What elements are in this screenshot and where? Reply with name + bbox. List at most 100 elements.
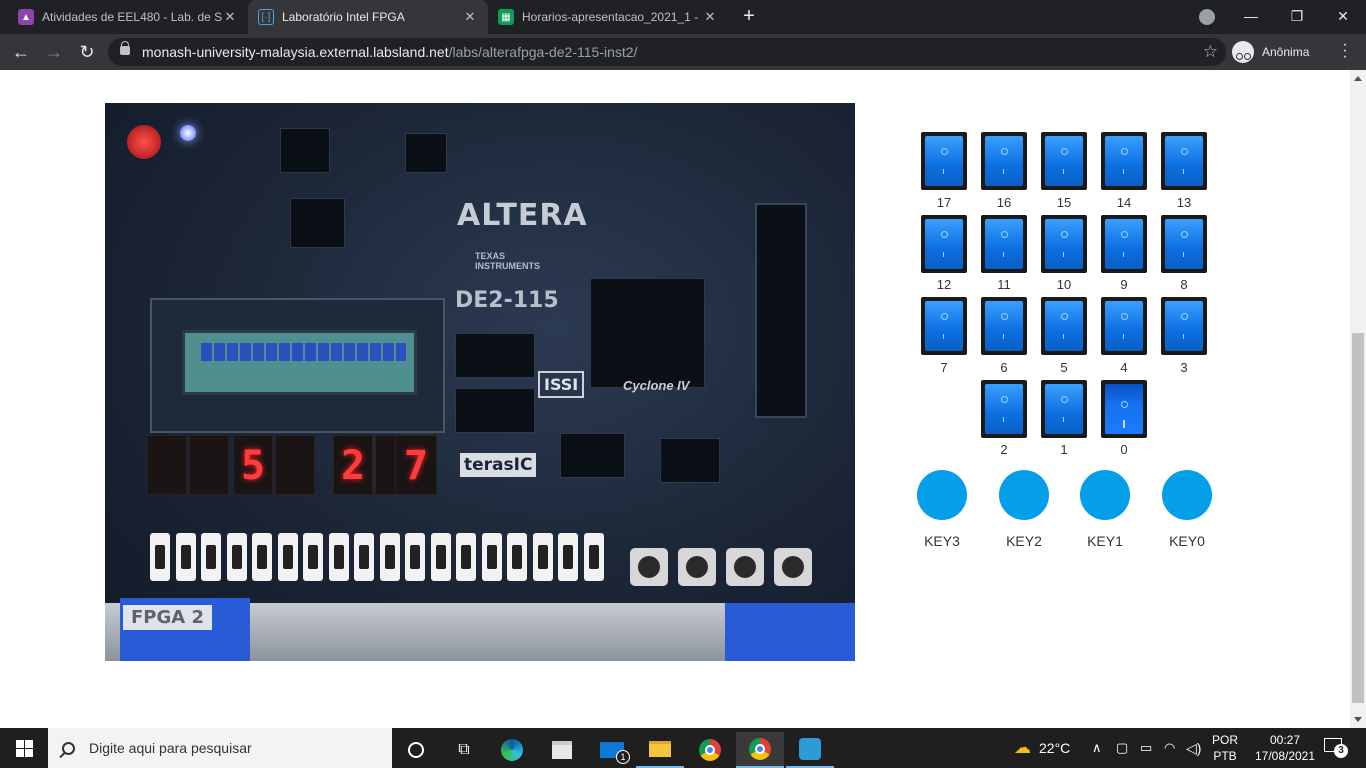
volume-icon[interactable]: ◁)	[1186, 728, 1201, 768]
url-text[interactable]: monash-university-malaysia.external.labs…	[142, 44, 637, 60]
notification-count: 3	[1334, 744, 1348, 758]
new-tab-button[interactable]: +	[737, 4, 761, 28]
chrome-active-icon[interactable]	[736, 732, 784, 768]
lcd-module	[150, 298, 445, 433]
key0-button[interactable]	[1162, 470, 1212, 520]
switch-sw9[interactable]	[1101, 215, 1147, 273]
restore-icon[interactable]: ❐	[1274, 0, 1320, 34]
tray-overflow-icon[interactable]: ∧	[1092, 728, 1102, 768]
close-tab-icon[interactable]: ✕	[702, 9, 718, 25]
board-chip	[660, 438, 720, 483]
key2-button[interactable]	[999, 470, 1049, 520]
switch-sw7[interactable]	[921, 297, 967, 355]
lock-icon[interactable]	[120, 41, 130, 55]
board-slide-switch	[430, 533, 451, 581]
board-slide-switch	[354, 533, 374, 581]
switch-sw10[interactable]	[1041, 215, 1087, 273]
board-slide-switch	[277, 533, 298, 581]
switch-sw4[interactable]	[1101, 297, 1147, 355]
switch-sw3[interactable]	[1161, 297, 1207, 355]
switch-sw13[interactable]	[1161, 132, 1207, 190]
switch-label: 17	[936, 195, 952, 210]
tab-laboratorio[interactable]: [·] Laboratório Intel FPGA ✕	[248, 0, 488, 34]
mail-icon[interactable]: 1	[588, 732, 636, 768]
battery-icon[interactable]: ▭	[1140, 728, 1152, 768]
board-slide-switch	[379, 533, 400, 581]
cortana-icon[interactable]	[392, 732, 440, 768]
file-explorer-icon[interactable]	[636, 732, 684, 768]
switch-sw15[interactable]	[1041, 132, 1087, 190]
profile-label: Anônima	[1262, 45, 1310, 59]
page-scrollbar[interactable]	[1350, 70, 1366, 728]
forward-icon[interactable]: →	[42, 40, 66, 64]
windows-logo-icon	[25, 749, 33, 757]
wifi-icon[interactable]: ◠	[1164, 728, 1175, 768]
notifications-icon[interactable]: 3	[1324, 736, 1348, 758]
board-pushbutton	[774, 548, 812, 586]
tab-search-icon[interactable]	[1199, 9, 1215, 25]
tab-title: Laboratório Intel FPGA	[282, 10, 405, 24]
key3-button[interactable]	[917, 470, 967, 520]
hex6-digit	[189, 435, 229, 495]
url-path: /labs/alterafpga-de2-115-inst2/	[448, 44, 638, 60]
board-slide-switch	[405, 533, 425, 581]
back-icon[interactable]: ←	[9, 40, 33, 64]
lang-line2: PTB	[1213, 749, 1237, 763]
tab-title: Atividades de EEL480 - Lab. de Si	[42, 10, 222, 24]
lang-line1: POR	[1211, 733, 1238, 747]
close-window-icon[interactable]: ✕	[1320, 0, 1366, 34]
scroll-down-icon[interactable]	[1354, 717, 1362, 722]
board-pushbutton	[630, 548, 668, 586]
switch-sw2[interactable]	[981, 380, 1027, 438]
reload-icon[interactable]: ↻	[75, 40, 99, 64]
key1-button[interactable]	[1080, 470, 1130, 520]
task-view-icon[interactable]: ⧉	[440, 732, 488, 768]
weather-widget[interactable]: ☁ 22°C	[1014, 728, 1070, 768]
clock[interactable]: 00:27 17/08/2021	[1248, 732, 1322, 764]
classroom-icon: ▲	[18, 9, 34, 25]
switch-label: 8	[1180, 277, 1188, 292]
switch-face	[1165, 219, 1203, 269]
switch-sw14[interactable]	[1101, 132, 1147, 190]
browser-menu-icon[interactable]: · · ·	[1340, 37, 1350, 65]
mail-badge: 1	[616, 750, 630, 764]
address-bar[interactable]: monash-university-malaysia.external.labs…	[108, 38, 1226, 66]
weather-cloud-icon: ☁	[1014, 738, 1031, 757]
minimize-icon[interactable]: —	[1228, 0, 1274, 34]
close-tab-icon[interactable]: ✕	[222, 9, 238, 25]
switch-sw1[interactable]	[1041, 380, 1087, 438]
board-slide-switch	[328, 533, 349, 581]
switch-sw5[interactable]	[1041, 297, 1087, 355]
switch-label: 2	[1000, 442, 1008, 457]
scroll-up-icon[interactable]	[1354, 76, 1362, 81]
incognito-profile-button[interactable]: Anônima	[1232, 37, 1309, 67]
fpga-board-label: FPGA 2	[123, 605, 212, 630]
language-indicator[interactable]: POR PTB	[1210, 732, 1240, 764]
switch-sw0[interactable]	[1101, 380, 1147, 438]
chrome-icon[interactable]	[686, 732, 734, 768]
edge-icon[interactable]	[488, 732, 536, 768]
close-tab-icon[interactable]: ✕	[462, 9, 478, 25]
switch-face	[985, 384, 1023, 434]
switch-sw12[interactable]	[921, 215, 967, 273]
tab-atividades[interactable]: ▲ Atividades de EEL480 - Lab. de Si ✕	[8, 0, 248, 34]
switch-label: 0	[1120, 442, 1128, 457]
switch-label: 10	[1056, 277, 1072, 292]
switch-sw16[interactable]	[981, 132, 1027, 190]
app-icon[interactable]	[786, 732, 834, 768]
switch-sw8[interactable]	[1161, 215, 1207, 273]
store-icon[interactable]	[538, 732, 586, 768]
taskbar-search-box[interactable]: Digite aqui para pesquisar	[48, 728, 392, 768]
tab-horarios[interactable]: ▦ Horarios-apresentacao_2021_1 - ✕	[488, 0, 728, 34]
meet-now-icon[interactable]: ▢	[1116, 728, 1128, 768]
clock-date: 17/08/2021	[1254, 749, 1316, 763]
issi-logo: ISSI	[538, 371, 585, 398]
switch-sw11[interactable]	[981, 215, 1027, 273]
bookmark-star-icon[interactable]: ☆	[1203, 42, 1218, 62]
switch-label: 13	[1176, 195, 1192, 210]
start-button[interactable]	[0, 728, 48, 768]
switch-sw17[interactable]	[921, 132, 967, 190]
scrollbar-thumb[interactable]	[1352, 333, 1364, 703]
seven-segment-displays: 5 2 7	[147, 435, 437, 497]
switch-sw6[interactable]	[981, 297, 1027, 355]
